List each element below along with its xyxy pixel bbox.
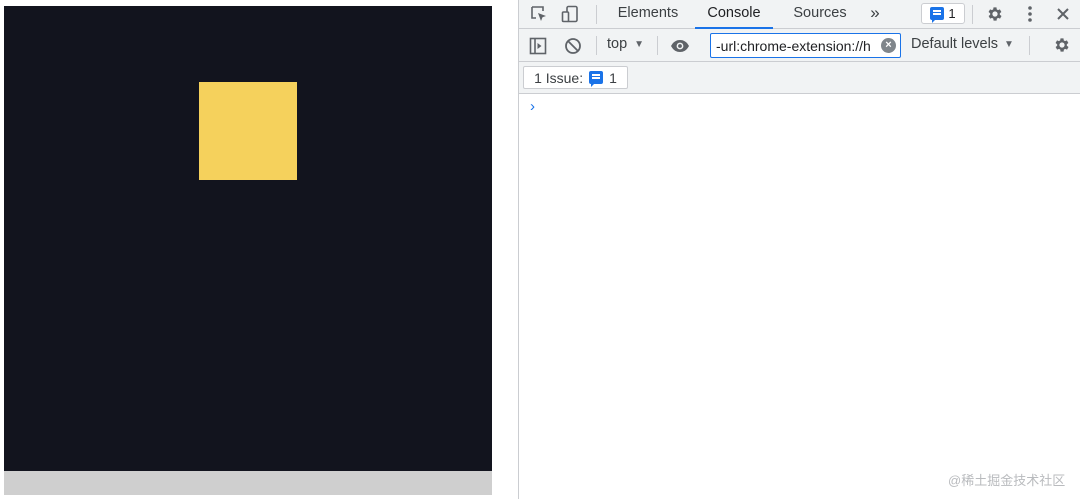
devtools-panel: Elements Console Sources » 1 top ▼ × <box>519 0 1080 499</box>
device-toolbar-icon[interactable] <box>559 4 581 24</box>
watermark: @稀土掘金技术社区 <box>948 473 1066 488</box>
yellow-square <box>199 82 297 180</box>
messages-count: 1 <box>948 6 956 21</box>
message-icon <box>930 7 945 23</box>
filter-input[interactable] <box>710 33 901 58</box>
separator <box>596 5 597 24</box>
inspect-element-icon[interactable] <box>528 4 550 24</box>
dropdown-arrow-icon: ▼ <box>634 38 645 50</box>
separator <box>657 36 658 55</box>
clear-filter-icon[interactable]: × <box>881 38 896 53</box>
issues-count: 1 <box>609 69 617 86</box>
settings-gear-icon[interactable] <box>984 3 1006 25</box>
more-tabs-icon[interactable]: » <box>861 0 889 29</box>
context-selector[interactable]: top ▼ <box>607 36 644 52</box>
message-icon <box>589 71 604 87</box>
log-levels-dropdown[interactable]: Default levels ▼ <box>911 36 1014 52</box>
more-options-icon[interactable] <box>1019 3 1041 25</box>
horizontal-scrollbar[interactable] <box>4 471 492 495</box>
tab-elements[interactable]: Elements <box>609 0 687 29</box>
console-settings-gear-icon[interactable] <box>1051 34 1073 56</box>
clear-console-icon[interactable] <box>562 35 584 56</box>
context-label: top <box>607 36 628 52</box>
messages-button[interactable]: 1 <box>921 3 965 24</box>
separator <box>596 36 597 55</box>
sidebar-toggle-icon[interactable] <box>527 35 549 56</box>
issues-label: 1 Issue: <box>534 69 584 86</box>
page-viewport <box>4 6 492 471</box>
separator <box>972 5 973 24</box>
log-levels-label: Default levels <box>911 36 999 52</box>
close-icon[interactable] <box>1052 3 1074 25</box>
tab-console[interactable]: Console <box>695 0 773 29</box>
dropdown-arrow-icon: ▼ <box>1004 38 1014 50</box>
live-expression-eye-icon[interactable] <box>668 35 692 56</box>
separator <box>1029 36 1030 55</box>
devtools-tab-bar: Elements Console Sources » 1 <box>519 0 1080 29</box>
console-prompt-icon[interactable]: › <box>530 98 535 115</box>
issues-button[interactable]: 1 Issue: 1 <box>523 66 628 89</box>
tab-sources[interactable]: Sources <box>781 0 859 29</box>
